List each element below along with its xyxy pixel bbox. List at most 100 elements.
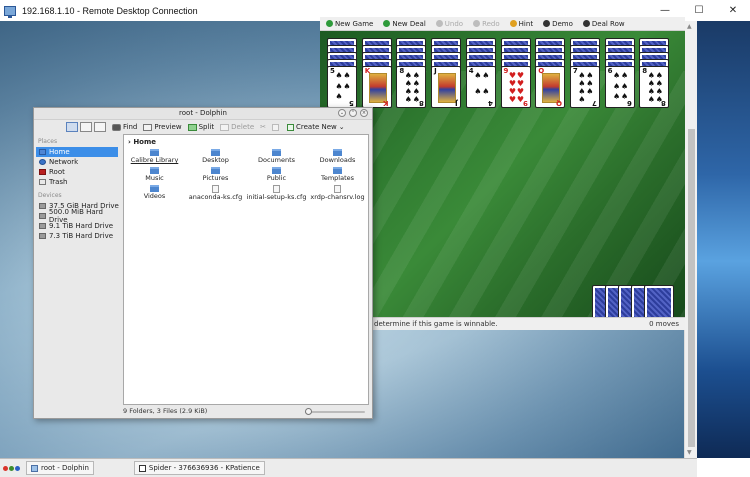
toolbar-button-label: New Deal [392, 19, 426, 28]
folder-item[interactable]: Public [246, 167, 307, 182]
kpatience-statusbar: determine if this game is winnable. 0 mo… [320, 317, 685, 330]
redo-icon [473, 20, 481, 27]
sidebar-item-trash[interactable]: Trash [36, 177, 122, 187]
file-name: Templates [320, 174, 355, 182]
scroll-up-icon[interactable]: ▲ [687, 23, 692, 30]
face-up-card[interactable]: 5 ♠ ♠ ♠ ♠ ♠ 5 [327, 66, 357, 108]
preview-button[interactable]: Preview [143, 123, 182, 131]
text-file-icon [273, 185, 280, 193]
folder-icon [333, 167, 342, 174]
folder-item[interactable]: Documents [246, 149, 307, 164]
new-item-icon [287, 123, 294, 131]
file-name: Pictures [202, 174, 229, 182]
sidebar-item-label: Network [49, 158, 79, 166]
sidebar-item-home[interactable]: Home [36, 147, 118, 157]
folder-item[interactable]: Downloads [307, 149, 368, 164]
scrollbar-thumb[interactable] [688, 129, 695, 447]
suit-pip: ♥ [508, 95, 517, 104]
face-up-card[interactable]: 4 ♠ ♠ ♠ ♠ 4 [465, 66, 496, 108]
sidebar-item-network[interactable]: Network [36, 157, 122, 167]
folder-item[interactable]: Pictures [185, 167, 246, 182]
folder-item[interactable]: Desktop [185, 149, 246, 164]
dolphin-maximize-icon[interactable]: ⌃ [349, 109, 357, 117]
dolphin-statusbar: 9 Folders, 3 Files (2.9 KiB) [123, 407, 369, 417]
folder-item[interactable]: Videos [124, 185, 185, 201]
file-item[interactable]: anaconda-ks.cfg [185, 185, 246, 201]
zoom-slider-handle[interactable] [305, 408, 312, 415]
face-up-card[interactable]: 7 ♠ ♠ ♠ ♠ ♠ ♠ ♠ 7 [569, 66, 600, 108]
card-rank-bottom: 8 [418, 99, 424, 107]
maximize-button[interactable]: ☐ [682, 0, 716, 21]
face-up-card[interactable]: 8 ♠ ♠ ♠ ♠ ♠ ♠ ♠ ♠ 8 [639, 66, 670, 108]
face-up-card[interactable]: K♦K [361, 66, 392, 108]
sidebar-item-device[interactable]: 9.1 TiB Hard Drive [36, 221, 122, 231]
face-up-card[interactable]: Q♦Q [535, 66, 566, 108]
toolbar-new-deal-button[interactable]: New Deal [383, 19, 426, 28]
toolbar-demo-button[interactable]: Demo [543, 20, 573, 28]
home-icon [39, 149, 46, 155]
preview-label: Preview [154, 123, 182, 131]
cut-button[interactable]: ✂ [260, 123, 266, 131]
rdp-vertical-scrollbar[interactable]: ▲ ▼ [684, 21, 697, 458]
card-rank-bottom: J [455, 99, 459, 107]
game-table[interactable]: 5♠♠♠♠♠5K♦K8♠♠♠♠♠♠♠♠8J♠J4♠♠♠♠49♥♥♥♥♥♥♥♥9Q… [320, 31, 685, 317]
split-button[interactable]: Split [187, 123, 214, 131]
suit-pip: ♠ [647, 95, 655, 104]
zoom-slider[interactable] [305, 408, 365, 415]
scroll-down-icon[interactable]: ▼ [687, 449, 692, 456]
taskbar-item-kpatience[interactable]: Spider - 376636936 - KPatience [133, 461, 265, 475]
copy-button[interactable] [272, 123, 281, 131]
sidebar-item-root[interactable]: Root [36, 167, 122, 177]
toolbar-button-label: Demo [552, 19, 573, 28]
face-up-card[interactable]: 6 ♠ ♠ ♠ ♠ ♠ ♠ 6 [604, 66, 635, 108]
folder-item[interactable]: Templates [307, 167, 368, 182]
close-button[interactable]: ✕ [716, 0, 750, 21]
find-button[interactable]: Find [112, 123, 137, 131]
split-icon [187, 123, 197, 131]
face-up-card[interactable]: J♠J [431, 66, 462, 108]
folder-icon [211, 167, 220, 174]
toolbar-deal-row-button[interactable]: Deal Row [582, 20, 625, 28]
launcher-green-icon [9, 465, 14, 471]
folder-item[interactable]: Music [124, 167, 185, 182]
file-item[interactable]: initial-setup-ks.cfg [246, 185, 307, 201]
file-item[interactable]: xrdp-chansrv.log [307, 185, 368, 201]
places-panel: Places Home Network Root Trash Devices 37.5… [36, 136, 122, 406]
binoculars-icon [112, 123, 121, 131]
breadcrumb[interactable]: › Home [128, 138, 156, 146]
dolphin-close-icon[interactable]: × [360, 109, 368, 117]
compact-view-button[interactable] [80, 122, 92, 132]
hint-icon [509, 20, 517, 27]
dolphin-minimize-icon[interactable]: ⌄ [338, 109, 346, 117]
sidebar-item-device[interactable]: 500.0 MiB Hard Drive [36, 208, 122, 224]
file-name: initial-setup-ks.cfg [246, 193, 307, 201]
details-view-button[interactable] [94, 122, 106, 132]
sidebar-item-label: 9.1 TiB Hard Drive [49, 222, 114, 230]
delete-button[interactable]: Delete [220, 123, 254, 131]
deal-row-icon [582, 20, 590, 27]
create-new-button[interactable]: Create New ⌄ [287, 123, 345, 131]
folder-icon [150, 149, 159, 156]
toolbar-new-game-button[interactable]: New Game [326, 20, 373, 28]
kpatience-window: New Game New Deal Undo Redo Hint Demo Deal Row… [320, 17, 685, 330]
chevron-down-icon: ⌄ [338, 123, 345, 131]
kpatience-task-icon [138, 464, 146, 472]
face-up-card[interactable]: 8 ♠ ♠ ♠ ♠ ♠ ♠ ♠ ♠ 8 [396, 66, 427, 108]
toolbar-hint-button[interactable]: Hint [509, 20, 533, 28]
toolbar-redo-button[interactable]: Redo [473, 20, 500, 28]
taskbar-item-dolphin[interactable]: root - Dolphin [26, 461, 94, 475]
breadcrumb-home[interactable]: Home [133, 138, 156, 146]
sidebar-item-device[interactable]: 7.3 TiB Hard Drive [36, 231, 122, 241]
toolbar-undo-button[interactable]: Undo [435, 20, 463, 28]
taskbar-item-label: Spider - 376636936 - KPatience [148, 464, 260, 472]
devices-list: 37.5 GiB Hard Drive 500.0 MiB Hard Drive 9… [36, 201, 122, 241]
suit-pip: ♠ [343, 81, 351, 91]
card-rank-bottom: K [383, 99, 389, 107]
folder-item[interactable]: Calibre Library [124, 149, 185, 164]
application-launcher[interactable] [3, 465, 20, 471]
icons-view-button[interactable] [66, 122, 78, 132]
file-view[interactable]: › Home Calibre Library Desktop Documents Do… [123, 134, 369, 405]
face-up-card[interactable]: 9 ♥ ♥ ♥ ♥ ♥ ♥ ♥ ♥ 9 [500, 66, 531, 108]
create-new-label: Create New [296, 123, 337, 131]
dolphin-window-controls: ⌄ ⌃ × [338, 109, 368, 117]
